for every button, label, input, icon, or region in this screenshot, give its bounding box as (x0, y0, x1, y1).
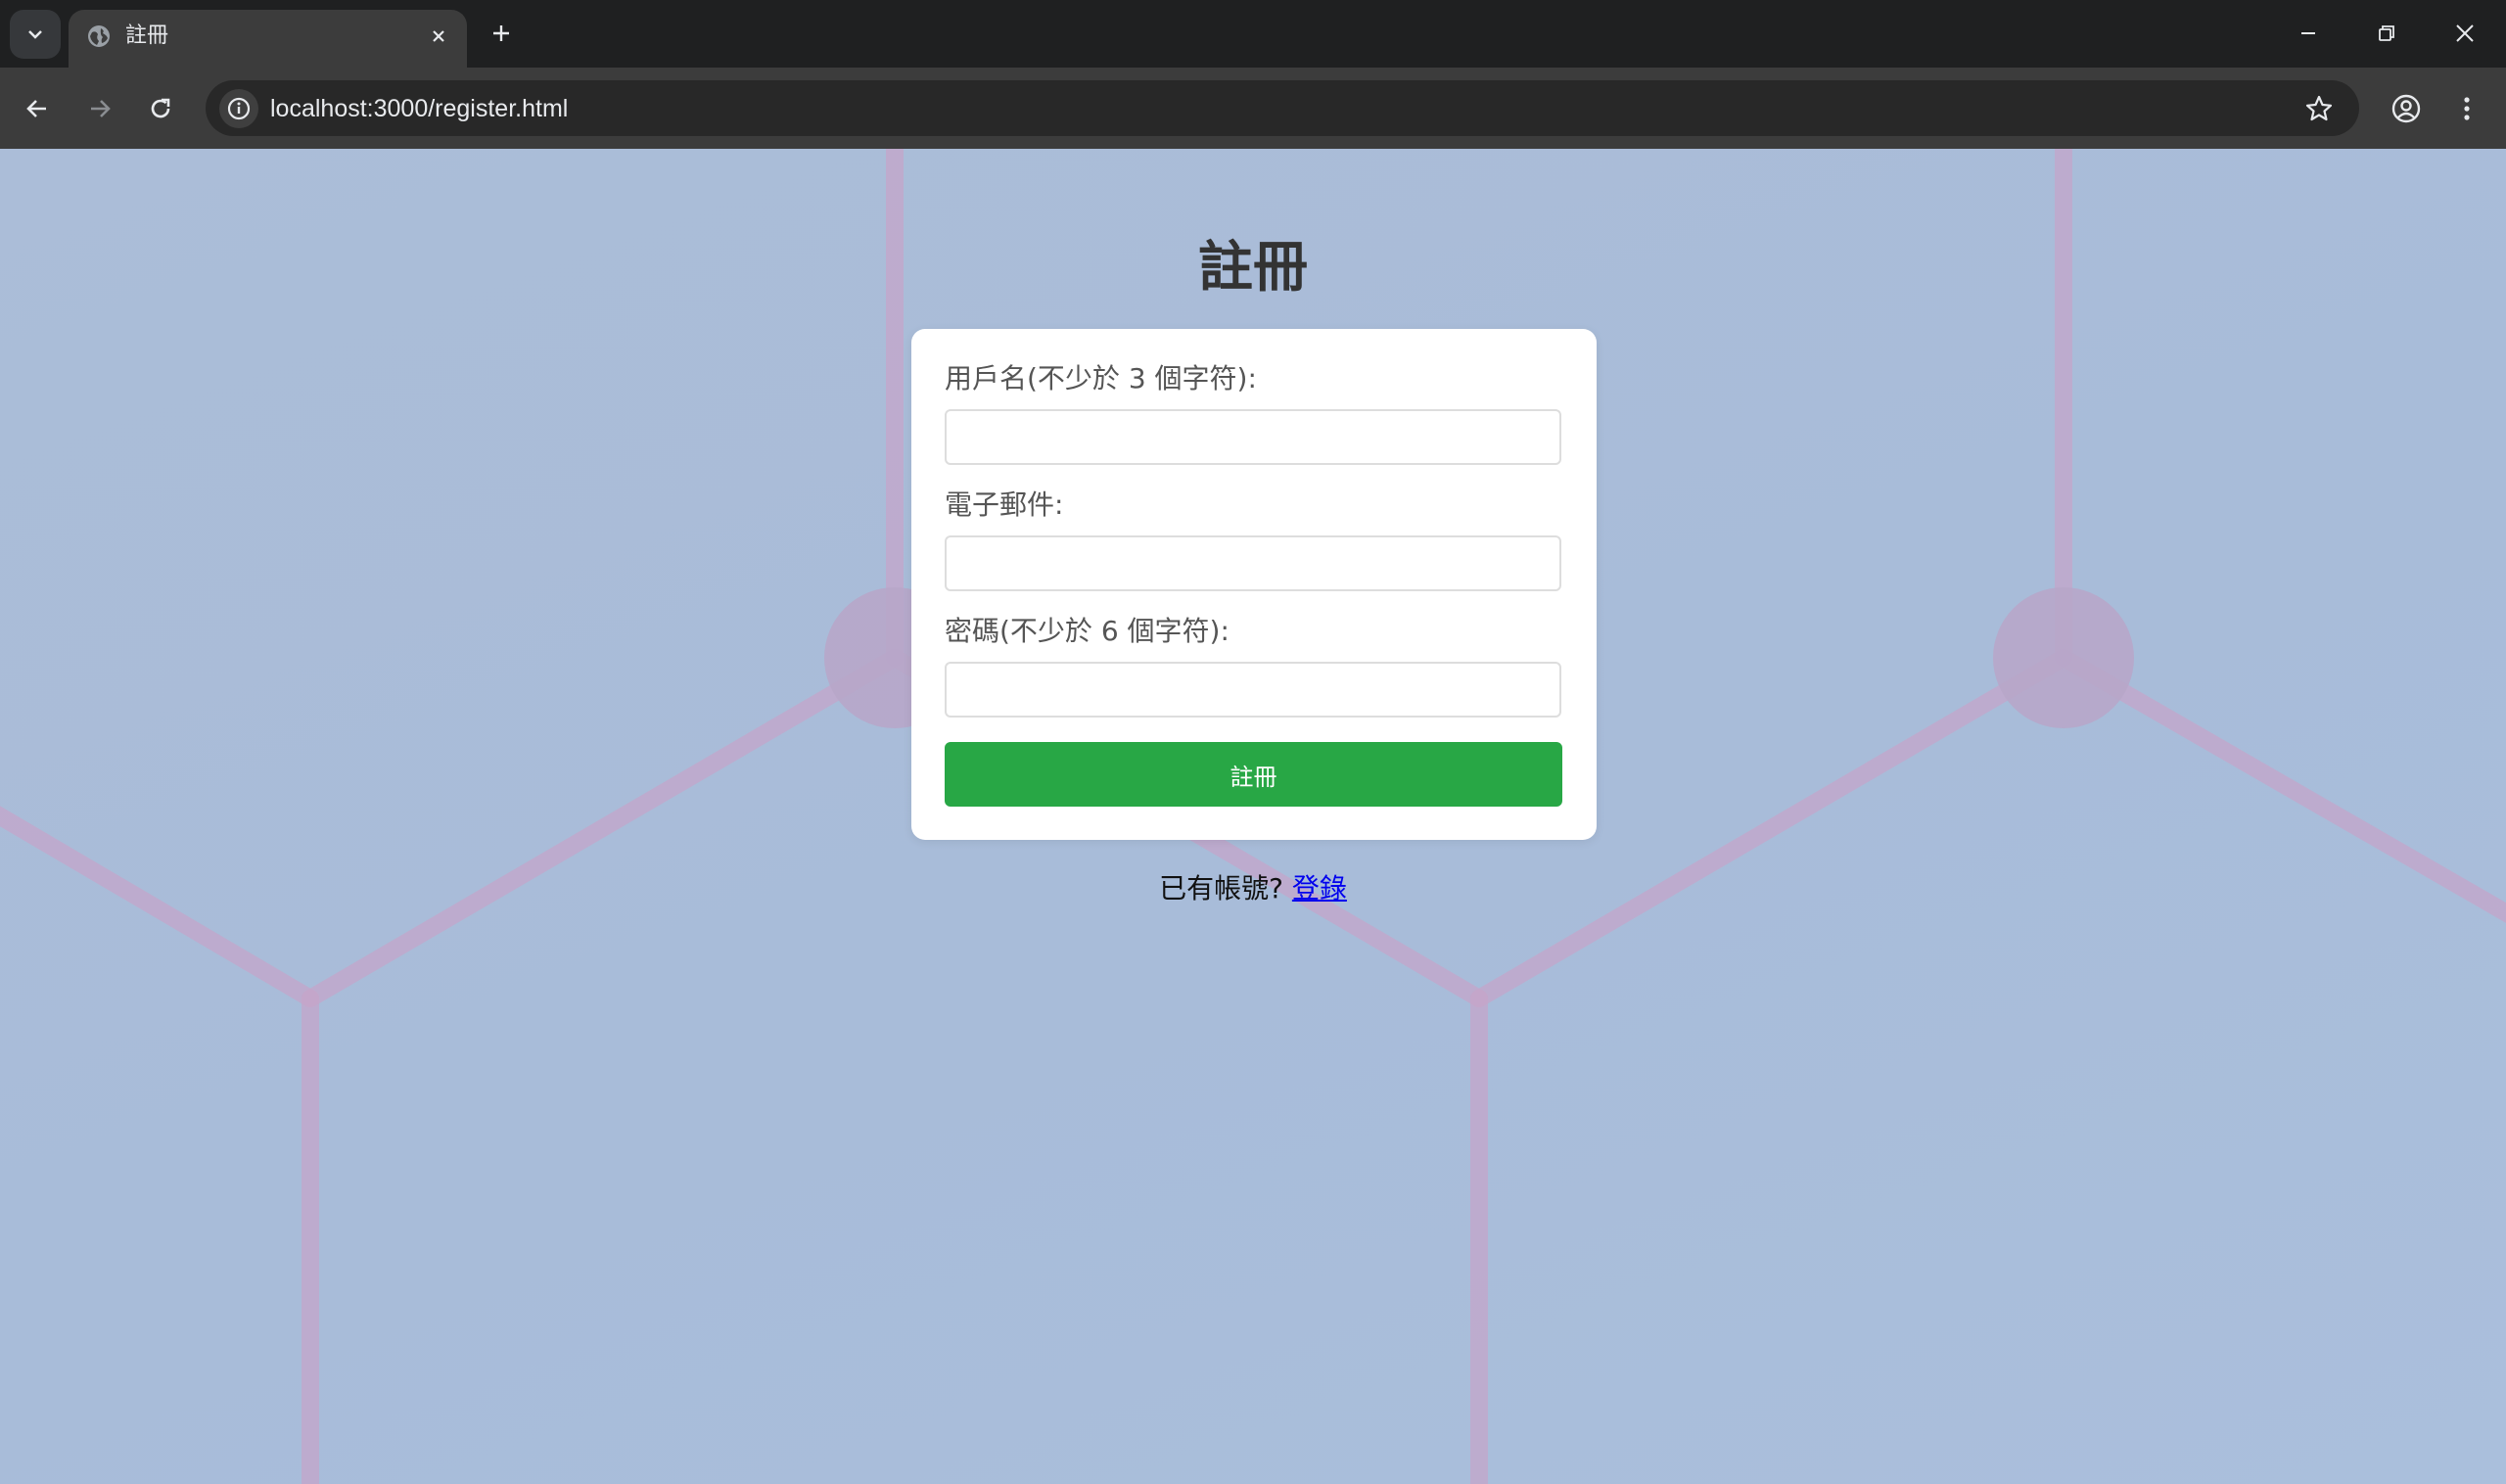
close-icon (433, 30, 444, 42)
window-close-button[interactable] (2443, 14, 2486, 53)
profile-button[interactable] (2385, 87, 2428, 130)
chevron-down-icon (28, 30, 42, 39)
login-link[interactable]: 登錄 (1292, 872, 1347, 904)
password-label: 密碼(不少於 6 個字符): (945, 615, 1230, 647)
page-title: 註冊 (1198, 236, 1308, 300)
info-icon (227, 97, 251, 120)
arrow-right-icon (91, 100, 111, 117)
reload-button[interactable] (139, 87, 182, 130)
login-prompt-line: 已有帳號? 登錄 (0, 867, 2506, 906)
minimize-icon (2301, 32, 2315, 34)
forward-button[interactable] (78, 87, 121, 130)
restore-icon (2379, 25, 2394, 41)
close-icon (2456, 24, 2474, 42)
username-input[interactable] (945, 409, 1561, 465)
back-button[interactable] (16, 87, 59, 130)
tab-close-button[interactable] (424, 22, 453, 51)
url-text[interactable]: localhost:3000/register.html (270, 92, 568, 125)
login-prompt-text: 已有帳號? (1159, 872, 1283, 904)
password-input[interactable] (945, 662, 1561, 718)
browser-menu-button[interactable] (2445, 87, 2488, 130)
tab-title: 註冊 (125, 23, 169, 48)
browser-toolbar: localhost:3000/register.html (0, 68, 2506, 149)
minimize-button[interactable] (2287, 14, 2330, 53)
page-viewport: 註冊 用戶名(不少於 3 個字符): 電子郵件: 密碼(不少於 6 個字符): … (0, 149, 2506, 1484)
browser-titlebar: 註冊 (0, 0, 2506, 68)
kebab-menu-icon (2464, 97, 2470, 120)
new-tab-button[interactable] (484, 16, 519, 51)
account-icon (2391, 94, 2421, 123)
bookmark-button[interactable] (2300, 90, 2338, 127)
plus-icon (493, 25, 509, 41)
reload-icon (151, 98, 170, 118)
email-label: 電子郵件: (945, 488, 1064, 521)
browser-tab[interactable]: 註冊 (69, 10, 467, 68)
register-form: 用戶名(不少於 3 個字符): 電子郵件: 密碼(不少於 6 個字符): 註冊 (911, 329, 1597, 840)
globe-icon (88, 25, 110, 47)
site-info-button[interactable] (219, 89, 258, 128)
register-button[interactable]: 註冊 (945, 742, 1562, 807)
tab-search-button[interactable] (10, 10, 61, 59)
address-bar[interactable]: localhost:3000/register.html (206, 80, 2359, 136)
restore-button[interactable] (2365, 14, 2408, 53)
email-input[interactable] (945, 535, 1561, 591)
username-label: 用戶名(不少於 3 個字符): (945, 362, 1257, 394)
star-icon (2305, 95, 2333, 121)
arrow-left-icon (26, 100, 46, 117)
